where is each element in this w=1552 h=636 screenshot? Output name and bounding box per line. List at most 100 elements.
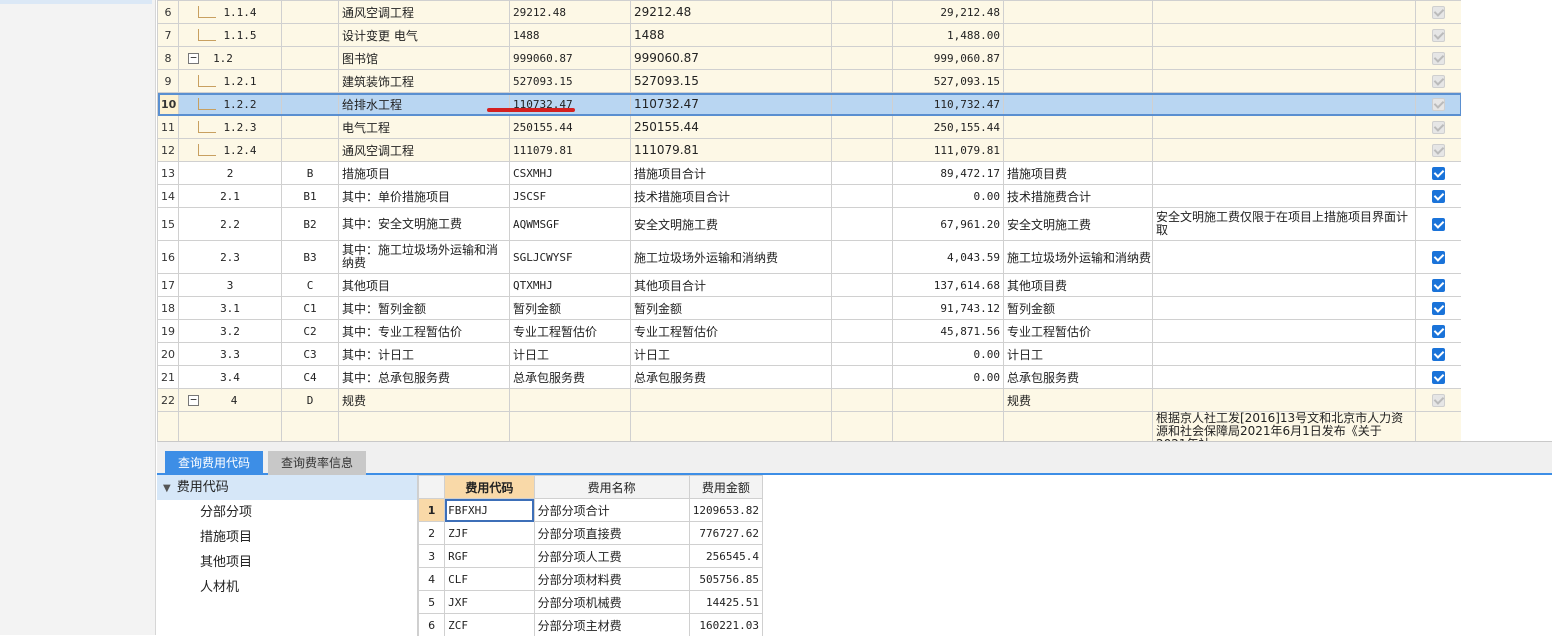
base-desc-cell[interactable]: 999060.87	[631, 47, 832, 70]
name-cell[interactable]: 其中：计日工	[339, 343, 510, 366]
seq-cell[interactable]: −1.2	[179, 47, 282, 70]
row-number[interactable]: 4	[419, 568, 445, 591]
type-cell[interactable]: 技术措施费合计	[1004, 185, 1153, 208]
table-row[interactable]: 193.2C2其中：专业工程暂估价专业工程暂估价专业工程暂估价45,871.56…	[158, 320, 1462, 343]
fee-code-cell[interactable]: ZJF	[445, 522, 534, 545]
name-cell[interactable]: 其中：专业工程暂估价	[339, 320, 510, 343]
checkbox-icon[interactable]	[1432, 29, 1445, 42]
seq-cell[interactable]: 3.3	[179, 343, 282, 366]
type-cell[interactable]	[1004, 93, 1153, 116]
row-number[interactable]: 2	[419, 522, 445, 545]
checkbox-icon[interactable]	[1432, 121, 1445, 134]
amount-cell[interactable]: 0.00	[893, 343, 1004, 366]
fee-amount-cell[interactable]: 1209653.82	[689, 499, 762, 522]
code-cell[interactable]: B	[282, 162, 339, 185]
amount-cell[interactable]: 137,614.68	[893, 274, 1004, 297]
row-number[interactable]: 19	[158, 320, 179, 343]
fee-name-cell[interactable]: 分部分项主材费	[534, 614, 689, 636]
fee-amount-cell[interactable]: 256545.4	[689, 545, 762, 568]
table-row[interactable]: 111.2.3电气工程250155.44250155.44250,155.44	[158, 116, 1462, 139]
seq-cell[interactable]: 3	[179, 274, 282, 297]
amount-cell[interactable]: 29,212.48	[893, 1, 1004, 24]
base-desc-cell[interactable]: 111079.81	[631, 139, 832, 162]
seq-cell[interactable]: 2	[179, 162, 282, 185]
tree-item[interactable]: 人材机	[157, 575, 417, 600]
base-desc-cell[interactable]: 安全文明施工费	[631, 208, 832, 241]
base-desc-cell[interactable]	[631, 389, 832, 412]
type-cell[interactable]: 施工垃圾场外运输和消纳费	[1004, 241, 1153, 274]
table-row[interactable]: 91.2.1建筑装饰工程527093.15527093.15527,093.15	[158, 70, 1462, 93]
note-cell[interactable]	[1153, 185, 1416, 208]
base-desc-cell[interactable]: 专业工程暂估价	[631, 320, 832, 343]
seq-cell[interactable]: 1.1.4	[179, 1, 282, 24]
row-number[interactable]: 14	[158, 185, 179, 208]
row-number[interactable]: 20	[158, 343, 179, 366]
fee-name-cell[interactable]: 分部分项直接费	[534, 522, 689, 545]
column-header-code[interactable]: 费用代码	[445, 476, 534, 499]
row-number[interactable]: 16	[158, 241, 179, 274]
code-cell[interactable]: B3	[282, 241, 339, 274]
base-cell[interactable]: 暂列金额	[510, 297, 631, 320]
amount-cell[interactable]: 0.00	[893, 185, 1004, 208]
rate-cell[interactable]	[832, 343, 893, 366]
output-checkbox-cell[interactable]	[1416, 208, 1462, 241]
row-number[interactable]: 9	[158, 70, 179, 93]
name-cell[interactable]: 其中：总承包服务费	[339, 366, 510, 389]
checkbox-icon[interactable]	[1432, 348, 1445, 361]
base-desc-cell[interactable]: 527093.15	[631, 70, 832, 93]
base-desc-cell[interactable]: 技术措施项目合计	[631, 185, 832, 208]
fee-amount-cell[interactable]: 14425.51	[689, 591, 762, 614]
fee-code-cell[interactable]: RGF	[445, 545, 534, 568]
type-cell[interactable]: 计日工	[1004, 343, 1153, 366]
seq-cell[interactable]: 3.1	[179, 297, 282, 320]
note-cell[interactable]	[1153, 70, 1416, 93]
checkbox-icon[interactable]	[1432, 167, 1445, 180]
name-cell[interactable]: 图书馆	[339, 47, 510, 70]
row-number[interactable]: 11	[158, 116, 179, 139]
type-cell[interactable]	[1004, 24, 1153, 47]
rate-cell[interactable]	[832, 412, 893, 442]
fee-code-cell[interactable]: JXF	[445, 591, 534, 614]
type-cell[interactable]: 其他项目费	[1004, 274, 1153, 297]
base-cell[interactable]	[510, 389, 631, 412]
note-cell[interactable]	[1153, 93, 1416, 116]
checkbox-icon[interactable]	[1432, 190, 1445, 203]
rate-cell[interactable]	[832, 366, 893, 389]
output-checkbox-cell[interactable]	[1416, 412, 1462, 442]
table-row[interactable]: 203.3C3其中：计日工计日工计日工0.00计日工	[158, 343, 1462, 366]
type-cell[interactable]	[1004, 47, 1153, 70]
row-number[interactable]: 12	[158, 139, 179, 162]
name-cell[interactable]: 其他项目	[339, 274, 510, 297]
name-cell[interactable]: 通风空调工程	[339, 1, 510, 24]
code-cell[interactable]	[282, 93, 339, 116]
fee-name-cell[interactable]: 分部分项材料费	[534, 568, 689, 591]
code-cell[interactable]	[282, 47, 339, 70]
code-cell[interactable]: D	[282, 389, 339, 412]
fee-code-cell[interactable]: FBFXHJ	[445, 499, 534, 522]
checkbox-icon[interactable]	[1432, 251, 1445, 264]
row-number[interactable]: 6	[158, 1, 179, 24]
fee-name-cell[interactable]: 分部分项人工费	[534, 545, 689, 568]
rate-cell[interactable]	[832, 1, 893, 24]
output-checkbox-cell[interactable]	[1416, 389, 1462, 412]
column-header-name[interactable]: 费用名称	[534, 476, 689, 499]
code-cell[interactable]: C3	[282, 343, 339, 366]
output-checkbox-cell[interactable]	[1416, 185, 1462, 208]
seq-cell[interactable]: 1.1.5	[179, 24, 282, 47]
note-cell[interactable]	[1153, 389, 1416, 412]
checkbox-icon[interactable]	[1432, 325, 1445, 338]
seq-cell[interactable]: 1.2.3	[179, 116, 282, 139]
amount-cell[interactable]: 4,043.59	[893, 241, 1004, 274]
output-checkbox-cell[interactable]	[1416, 366, 1462, 389]
fee-name-cell[interactable]: 分部分项机械费	[534, 591, 689, 614]
table-row[interactable]: 132B措施项目CSXMHJ措施项目合计89,472.17措施项目费	[158, 162, 1462, 185]
rate-cell[interactable]	[832, 389, 893, 412]
output-checkbox-cell[interactable]	[1416, 93, 1462, 116]
amount-cell[interactable]: 999,060.87	[893, 47, 1004, 70]
output-checkbox-cell[interactable]	[1416, 47, 1462, 70]
amount-cell[interactable]: 1,488.00	[893, 24, 1004, 47]
amount-cell[interactable]: 527,093.15	[893, 70, 1004, 93]
chevron-down-icon[interactable]: ▼	[163, 476, 171, 501]
output-checkbox-cell[interactable]	[1416, 24, 1462, 47]
note-cell[interactable]	[1153, 241, 1416, 274]
